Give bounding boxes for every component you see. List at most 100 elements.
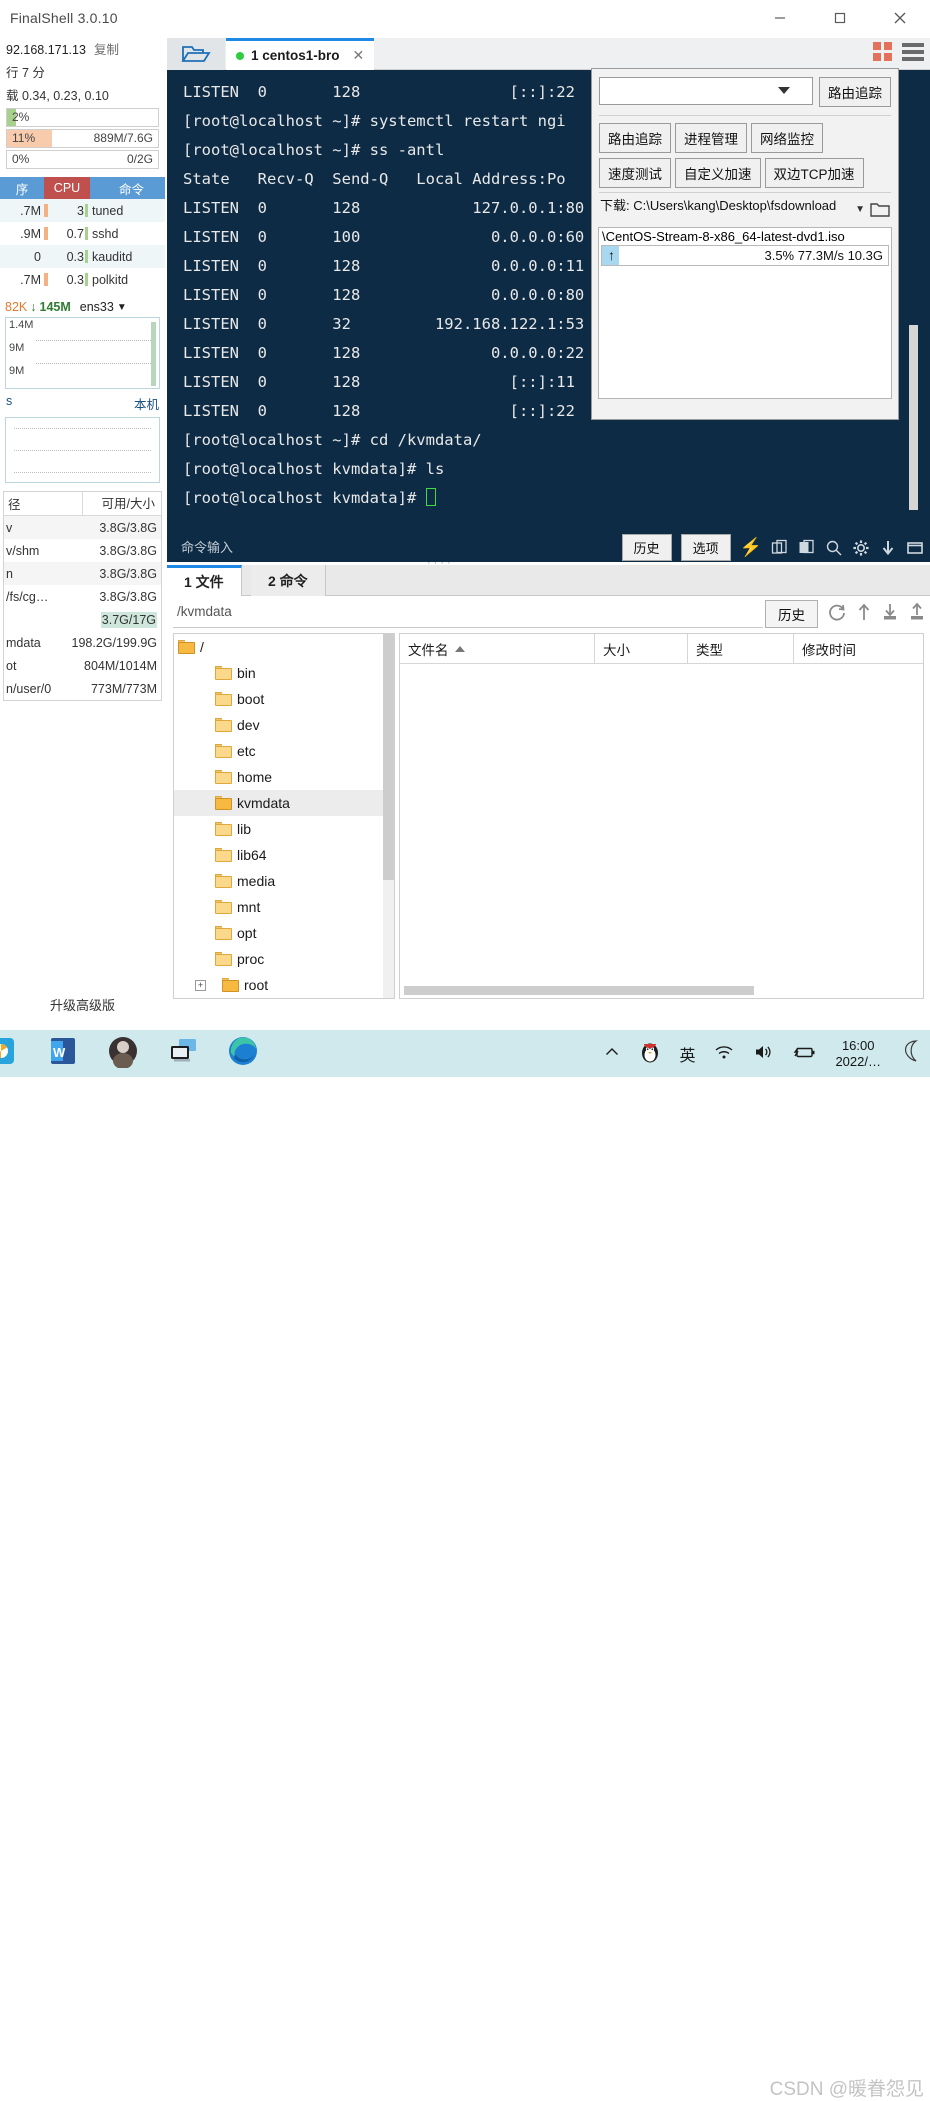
- download-list[interactable]: \CentOS-Stream-8-x86_64-latest-dvd1.iso …: [598, 227, 892, 399]
- tree-node-dev[interactable]: dev: [174, 712, 394, 738]
- table-row[interactable]: ot 804M/1014M: [4, 654, 161, 677]
- open-folder-icon[interactable]: [167, 38, 225, 70]
- process-col-cpu[interactable]: CPU: [44, 177, 90, 199]
- search-icon[interactable]: [825, 539, 843, 557]
- tree-node-root-dir[interactable]: + root: [174, 972, 394, 998]
- gear-icon[interactable]: [852, 539, 870, 557]
- column-size[interactable]: 大小: [595, 634, 688, 664]
- paste-icon[interactable]: [798, 539, 816, 557]
- table-row[interactable]: n 3.8G/3.8G: [4, 562, 161, 585]
- terminal-scrollbar[interactable]: [909, 325, 918, 510]
- history-button[interactable]: 历史: [621, 534, 672, 561]
- file-history-button[interactable]: 历史: [765, 600, 818, 628]
- tab-commands[interactable]: 2 命令: [251, 565, 326, 596]
- moon-icon[interactable]: [900, 1039, 922, 1068]
- copy-ip-button[interactable]: 复制: [94, 43, 119, 57]
- qq-penguin-icon[interactable]: [640, 1041, 660, 1066]
- clock[interactable]: 16:00 2022/…: [835, 1038, 881, 1070]
- window-icon[interactable]: [906, 539, 924, 557]
- tree-node-lib[interactable]: lib: [174, 816, 394, 842]
- download-icon[interactable]: [879, 539, 897, 557]
- folder-icon[interactable]: [870, 197, 890, 221]
- table-row[interactable]: /fs/cg… 3.8G/3.8G: [4, 585, 161, 608]
- process-col-mem[interactable]: 序: [0, 177, 44, 199]
- table-row[interactable]: v/shm 3.8G/3.8G: [4, 539, 161, 562]
- volume-icon[interactable]: [753, 1043, 773, 1064]
- tree-node-kvmdata[interactable]: kvmdata: [174, 790, 394, 816]
- table-row[interactable]: .7M 3 tuned: [0, 199, 165, 222]
- options-button[interactable]: 选项: [680, 534, 731, 561]
- tree-node-home[interactable]: home: [174, 764, 394, 790]
- disk-col-path: 径: [8, 498, 21, 512]
- tool-button-custom-accel[interactable]: 自定义加速: [675, 158, 761, 188]
- tree-node-etc[interactable]: etc: [174, 738, 394, 764]
- edge-icon[interactable]: [226, 1034, 260, 1068]
- word-icon[interactable]: W: [46, 1034, 80, 1068]
- tool-button-tcp-accel[interactable]: 双边TCP加速: [764, 158, 864, 188]
- table-row[interactable]: .7M 0.3 polkitd: [0, 268, 165, 291]
- tab-centos1-bro[interactable]: 1 centos1-bro ✕: [226, 38, 375, 70]
- table-row[interactable]: 0 0.3 kauditd: [0, 245, 165, 268]
- table-row[interactable]: v 3.8G/3.8G: [4, 516, 161, 539]
- tree-node-lib64[interactable]: lib64: [174, 842, 394, 868]
- expand-icon[interactable]: +: [195, 979, 206, 991]
- ime-icon[interactable]: 英: [679, 1042, 695, 1066]
- file-list-scrollbar[interactable]: [404, 986, 919, 995]
- maximize-button[interactable]: [810, 0, 870, 36]
- remote-desktop-icon[interactable]: [166, 1034, 200, 1068]
- column-type[interactable]: 类型: [688, 634, 794, 664]
- host-select[interactable]: [599, 77, 813, 105]
- lightning-icon[interactable]: ⚡: [740, 537, 762, 558]
- loadavg-value: 0.34, 0.23, 0.10: [21, 89, 109, 103]
- copy-icon[interactable]: [771, 539, 789, 557]
- tree-node-boot[interactable]: boot: [174, 686, 394, 712]
- local-host-label[interactable]: 本机: [134, 394, 159, 413]
- wifi-icon[interactable]: [714, 1043, 734, 1064]
- close-icon[interactable]: ✕: [353, 47, 365, 64]
- trace-route-button[interactable]: 路由追踪: [819, 77, 891, 107]
- up-arrow-icon[interactable]: [856, 602, 872, 627]
- chrome-icon[interactable]: [0, 1034, 20, 1068]
- command-input[interactable]: 命令输入: [181, 537, 233, 556]
- grid-view-icon[interactable]: [873, 42, 892, 61]
- hamburger-menu-icon[interactable]: [902, 42, 924, 61]
- download-icon[interactable]: [881, 602, 899, 627]
- table-row[interactable]: n/user/0 773M/773M: [4, 677, 161, 700]
- tree-scrollbar[interactable]: [383, 634, 394, 998]
- process-col-cmd[interactable]: 命令: [90, 177, 165, 199]
- table-row[interactable]: mdata 198.2G/199.9G: [4, 631, 161, 654]
- tool-button-process[interactable]: 进程管理: [675, 123, 747, 153]
- upload-icon[interactable]: [908, 602, 926, 627]
- tree-node-root[interactable]: /: [174, 634, 394, 660]
- upload-arrow-icon: ↑: [608, 247, 615, 263]
- tree-node-opt[interactable]: opt: [174, 920, 394, 946]
- profile-avatar-icon[interactable]: [106, 1034, 140, 1069]
- tool-button-netmon[interactable]: 网络监控: [751, 123, 823, 153]
- close-button[interactable]: [870, 0, 930, 36]
- tab-files[interactable]: 1 文件: [167, 565, 242, 596]
- table-row[interactable]: 3.7G/17G: [4, 608, 161, 631]
- tree-node-bin[interactable]: bin: [174, 660, 394, 686]
- path-input[interactable]: /kvmdata: [177, 604, 232, 619]
- tree-node-media[interactable]: media: [174, 868, 394, 894]
- column-modified[interactable]: 修改时间: [794, 634, 923, 664]
- chevron-down-icon[interactable]: ▼: [117, 302, 127, 313]
- chevron-down-icon[interactable]: ▼: [855, 197, 865, 215]
- directory-tree[interactable]: / bin boot dev etc home kvmdata lib lib6…: [173, 633, 395, 999]
- file-list[interactable]: 文件名 大小 类型 修改时间: [399, 633, 924, 999]
- tree-node-proc[interactable]: proc: [174, 946, 394, 972]
- chevron-up-icon[interactable]: [603, 1043, 621, 1064]
- upgrade-link[interactable]: 升级高级版: [0, 995, 165, 1014]
- tree-node-label: mnt: [237, 899, 261, 915]
- tool-button-trace[interactable]: 路由追踪: [599, 123, 671, 153]
- table-row[interactable]: .9M 0.7 sshd: [0, 222, 165, 245]
- tree-node-mnt[interactable]: mnt: [174, 894, 394, 920]
- battery-icon[interactable]: [792, 1043, 816, 1064]
- splitter-handle[interactable]: ····: [427, 557, 461, 569]
- network-interface[interactable]: ens33: [80, 300, 114, 314]
- column-filename[interactable]: 文件名: [400, 634, 595, 664]
- tool-button-speedtest[interactable]: 速度测试: [599, 158, 671, 188]
- minimize-button[interactable]: [750, 0, 810, 36]
- process-mem: .7M: [20, 272, 41, 287]
- refresh-icon[interactable]: [827, 602, 847, 627]
